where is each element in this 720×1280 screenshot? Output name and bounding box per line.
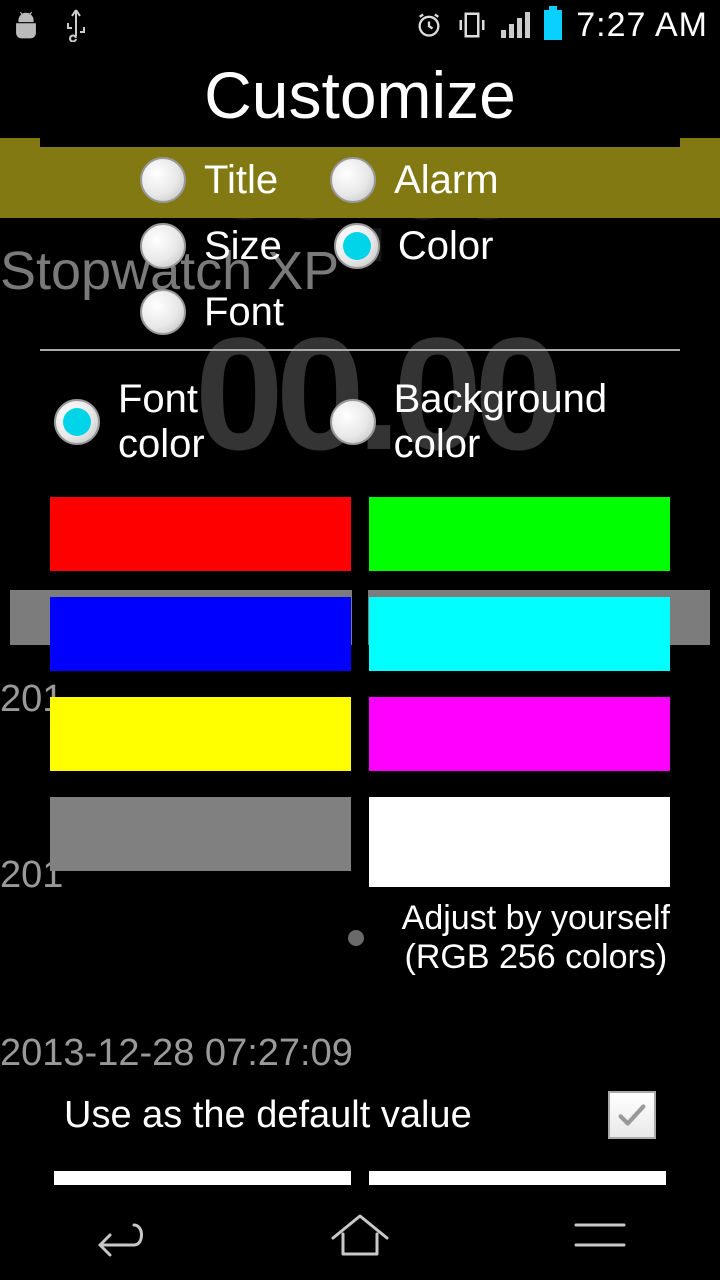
status-bar: 7:27 AM (0, 0, 720, 50)
swatch-green[interactable] (369, 497, 670, 571)
radio-font[interactable] (140, 289, 186, 335)
radio-size[interactable] (140, 223, 186, 269)
back-icon (82, 1213, 158, 1257)
status-time: 7:27 AM (576, 6, 708, 45)
default-checkbox[interactable] (608, 1091, 656, 1139)
radio-alarm-label: Alarm (394, 158, 498, 203)
radio-row-colortype: Font color Background color (40, 365, 680, 479)
default-label: Use as the default value (64, 1094, 472, 1137)
radio-alarm[interactable] (330, 157, 376, 203)
swatch-gray[interactable] (50, 797, 351, 871)
dialog-button-right[interactable] (369, 1171, 666, 1185)
customize-dialog: Customize Title Alarm Size Color Font Fo… (40, 55, 680, 1185)
radio-color[interactable] (334, 223, 380, 269)
default-row: Use as the default value (40, 1061, 680, 1149)
home-icon (325, 1210, 395, 1260)
radio-title[interactable] (140, 157, 186, 203)
usb-icon (64, 8, 88, 42)
nav-home-button[interactable] (315, 1205, 405, 1265)
radio-row-target: Title Alarm (40, 147, 680, 213)
dialog-button-left[interactable] (54, 1171, 351, 1185)
page-dot-icon (348, 930, 364, 946)
swatch-red[interactable] (50, 497, 351, 571)
swatch-blue[interactable] (50, 597, 351, 671)
radio-bg-color-label: Background color (394, 377, 680, 467)
radio-font-label: Font (204, 290, 284, 335)
dialog-buttons (40, 1149, 680, 1185)
menu-icon (570, 1215, 630, 1255)
swatch-cyan[interactable] (369, 597, 670, 671)
radio-bg-color[interactable] (330, 399, 376, 445)
radio-size-label: Size (204, 224, 282, 269)
adjust-label: Adjust by yourself (RGB 256 colors) (402, 899, 670, 977)
color-grid (40, 479, 680, 887)
radio-row-font: Font (40, 279, 680, 345)
radio-font-color-label: Font color (118, 377, 282, 467)
android-debug-icon (12, 10, 40, 40)
vibrate-icon (457, 10, 487, 40)
nav-back-button[interactable] (75, 1205, 165, 1265)
radio-row-attr: Size Color (40, 213, 680, 279)
battery-icon (544, 10, 562, 40)
dialog-title: Customize (40, 55, 680, 147)
radio-font-color[interactable] (54, 399, 100, 445)
alarm-icon (415, 10, 443, 40)
radio-title-label: Title (204, 158, 278, 203)
swatch-magenta[interactable] (369, 697, 670, 771)
signal-icon (501, 12, 530, 38)
nav-menu-button[interactable] (555, 1205, 645, 1265)
navigation-bar (0, 1190, 720, 1280)
swatch-yellow[interactable] (50, 697, 351, 771)
adjust-row[interactable]: Adjust by yourself (RGB 256 colors) (40, 887, 680, 981)
check-icon (615, 1098, 649, 1132)
swatch-white[interactable] (369, 797, 670, 887)
radio-color-label: Color (398, 224, 494, 269)
divider (40, 349, 680, 351)
